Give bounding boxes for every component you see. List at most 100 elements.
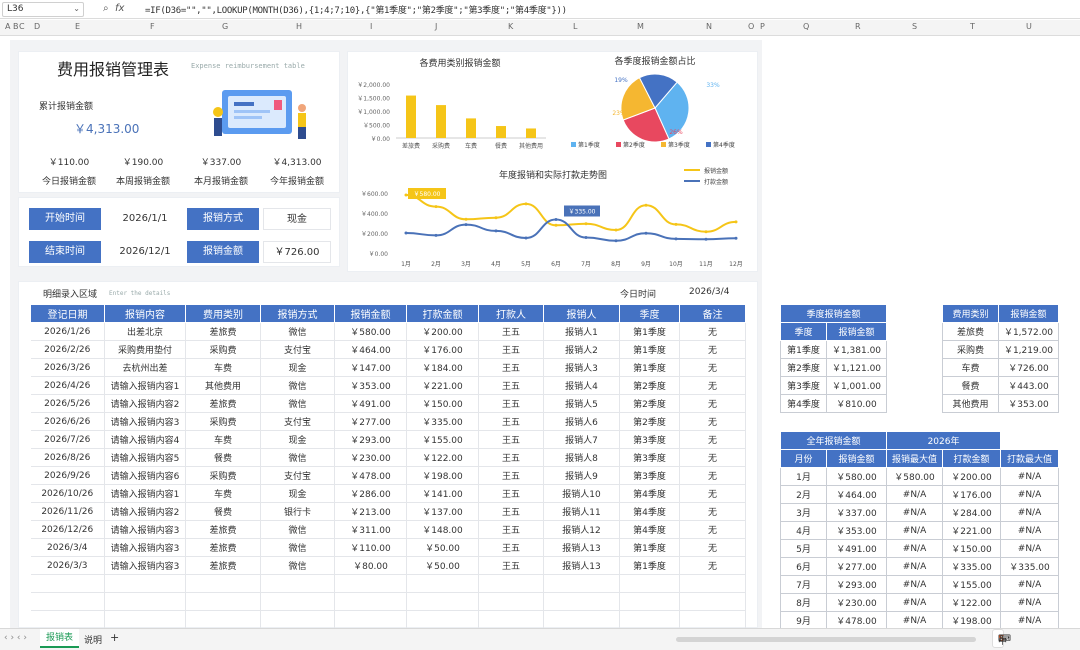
tab-expense-sheet[interactable]: 报销表 xyxy=(40,629,80,648)
table-cell[interactable]: 请输入报销内容1 xyxy=(104,376,186,395)
table-cell[interactable]: ￥1,219.00 xyxy=(998,340,1059,359)
table-cell[interactable]: 请输入报销内容4 xyxy=(104,430,186,449)
table-cell[interactable]: 报销人13 xyxy=(543,538,620,557)
table-cell[interactable]: ￥580.00 xyxy=(886,467,944,486)
table-cell[interactable]: 微信 xyxy=(260,556,335,575)
table-cell[interactable]: 出差北京 xyxy=(104,322,186,341)
table-cell[interactable]: 王五 xyxy=(478,466,544,485)
table-cell[interactable]: 报销人13 xyxy=(543,556,620,575)
tab-instructions[interactable]: 说明 xyxy=(84,633,102,646)
table-row[interactable]: 2026/3/4 请输入报销内容3 差旅费 微信 ￥110.00 ￥50.00 王五 报销人1… xyxy=(30,538,746,557)
table-cell[interactable]: ￥1,572.00 xyxy=(998,322,1059,341)
table-cell[interactable] xyxy=(478,610,544,629)
table-row[interactable] xyxy=(30,592,746,611)
column-header[interactable]: 报销金额 xyxy=(998,304,1059,323)
table-cell[interactable]: 无 xyxy=(679,322,746,341)
table-cell[interactable]: ￥277.00 xyxy=(825,557,888,576)
fx-icon[interactable]: fx xyxy=(115,3,124,14)
table-cell[interactable]: 第1季度 xyxy=(619,556,680,575)
table-cell[interactable]: 差旅费 xyxy=(185,322,261,341)
table-cell[interactable]: 现金 xyxy=(260,430,335,449)
table-cell[interactable] xyxy=(185,574,261,593)
table-cell[interactable]: #N/A xyxy=(886,485,944,504)
table-cell[interactable]: ￥443.00 xyxy=(998,376,1059,395)
table-cell[interactable]: 采购费 xyxy=(185,466,261,485)
table-cell[interactable]: 请输入报销内容2 xyxy=(104,394,186,413)
formula-input[interactable]: =IF(D36="","",LOOKUP(MONTH(D36),{1;4;7;1… xyxy=(145,3,567,16)
table-row[interactable]: 2026/5/26 请输入报销内容2 差旅费 微信 ￥491.00 ￥150.00 王五 报销… xyxy=(30,394,746,413)
table-row[interactable]: 2026/12/26 请输入报销内容3 差旅费 微信 ￥311.00 ￥148.00 王五报… xyxy=(30,520,746,539)
table-cell[interactable]: 1月 xyxy=(780,467,827,486)
table-cell[interactable]: 5月 xyxy=(780,539,827,558)
table-cell[interactable]: ￥198.00 xyxy=(942,611,1002,630)
table-cell[interactable]: 微信 xyxy=(260,394,335,413)
table-cell[interactable]: 差旅费 xyxy=(185,556,261,575)
table-cell[interactable]: 王五 xyxy=(478,502,544,521)
table-row[interactable]: 第1季度 ￥1,381.00 xyxy=(780,340,888,359)
table-cell[interactable]: 王五 xyxy=(478,358,544,377)
table-cell[interactable]: 无 xyxy=(679,484,746,503)
table-cell[interactable]: #N/A xyxy=(1000,467,1060,486)
table-cell[interactable]: 2026/1/26 xyxy=(30,322,105,341)
column-header[interactable]: 报销人 xyxy=(543,304,620,323)
table-cell[interactable]: ￥221.00 xyxy=(942,521,1002,540)
column-header-d[interactable]: D xyxy=(34,22,40,31)
table-cell[interactable] xyxy=(260,574,335,593)
start-time-value[interactable]: 2026/1/1 xyxy=(107,208,183,230)
table-cell[interactable]: ￥155.00 xyxy=(942,575,1002,594)
table-cell[interactable]: 2月 xyxy=(780,485,827,504)
table-cell[interactable]: ￥213.00 xyxy=(334,502,407,521)
table-cell[interactable]: #N/A xyxy=(1000,611,1060,630)
table-cell[interactable]: 9月 xyxy=(780,611,827,630)
table-cell[interactable]: 请输入报销内容6 xyxy=(104,466,186,485)
table-cell[interactable]: 无 xyxy=(679,340,746,359)
column-header-h[interactable]: H xyxy=(296,22,302,31)
column-header[interactable]: 季度 xyxy=(619,304,680,323)
zoom-icon[interactable]: ⌕ xyxy=(103,3,109,14)
table-cell[interactable]: 2026/7/26 xyxy=(30,430,105,449)
table-cell[interactable] xyxy=(619,574,680,593)
table-cell[interactable]: 第4季度 xyxy=(780,394,827,413)
table-cell[interactable]: 第4季度 xyxy=(619,520,680,539)
table-cell[interactable]: 报销人6 xyxy=(543,412,620,431)
table-cell[interactable]: 车费 xyxy=(185,484,261,503)
table-cell[interactable] xyxy=(406,610,479,629)
column-header-o[interactable]: O xyxy=(748,22,754,31)
table-cell[interactable]: ￥311.00 xyxy=(334,520,407,539)
column-header[interactable]: 打款金额 xyxy=(942,449,1002,468)
column-header[interactable]: 报销金额 xyxy=(334,304,407,323)
column-header-t[interactable]: T xyxy=(970,22,975,31)
table-row[interactable]: 6月 ￥277.00 #N/A ￥335.00 ￥335.00 xyxy=(780,557,1060,576)
table-cell[interactable] xyxy=(543,574,620,593)
table-cell[interactable]: 第3季度 xyxy=(619,466,680,485)
table-cell[interactable]: 无 xyxy=(679,448,746,467)
table-cell[interactable]: 王五 xyxy=(478,538,544,557)
table-cell[interactable]: 8月 xyxy=(780,593,827,612)
table-cell[interactable]: 去杭州出差 xyxy=(104,358,186,377)
table-cell[interactable]: 2026/12/26 xyxy=(30,520,105,539)
table-cell[interactable]: ￥478.00 xyxy=(825,611,888,630)
table-row[interactable]: 差旅费 ￥1,572.00 xyxy=(942,322,1059,341)
table-cell[interactable]: 王五 xyxy=(478,394,544,413)
table-cell[interactable]: ￥150.00 xyxy=(942,539,1002,558)
table-cell[interactable]: 王五 xyxy=(478,430,544,449)
table-cell[interactable]: 报销人3 xyxy=(543,358,620,377)
table-cell[interactable]: ￥150.00 xyxy=(406,394,479,413)
table-cell[interactable]: 报销人7 xyxy=(543,430,620,449)
table-cell[interactable]: ￥147.00 xyxy=(334,358,407,377)
table-cell[interactable]: #N/A xyxy=(886,575,944,594)
table-cell[interactable] xyxy=(478,592,544,611)
column-header-u[interactable]: U xyxy=(1026,22,1032,31)
table-row[interactable]: 餐费 ￥443.00 xyxy=(942,376,1059,395)
column-header-g[interactable]: G xyxy=(222,22,228,31)
column-header[interactable]: 打款金额 xyxy=(406,304,479,323)
column-header[interactable]: 报销内容 xyxy=(104,304,186,323)
table-cell[interactable]: 7月 xyxy=(780,575,827,594)
column-header[interactable]: 报销金额 xyxy=(825,449,888,468)
table-cell[interactable]: 6月 xyxy=(780,557,827,576)
table-row[interactable]: 8月 ￥230.00 #N/A ￥122.00 #N/A xyxy=(780,593,1060,612)
table-cell[interactable]: 现金 xyxy=(260,358,335,377)
table-row[interactable]: 2026/9/26 请输入报销内容6 采购费 支付宝 ￥478.00 ￥198.00 王五报… xyxy=(30,466,746,485)
column-header[interactable]: 季度 xyxy=(780,322,827,341)
table-cell[interactable]: 2026/3/26 xyxy=(30,358,105,377)
